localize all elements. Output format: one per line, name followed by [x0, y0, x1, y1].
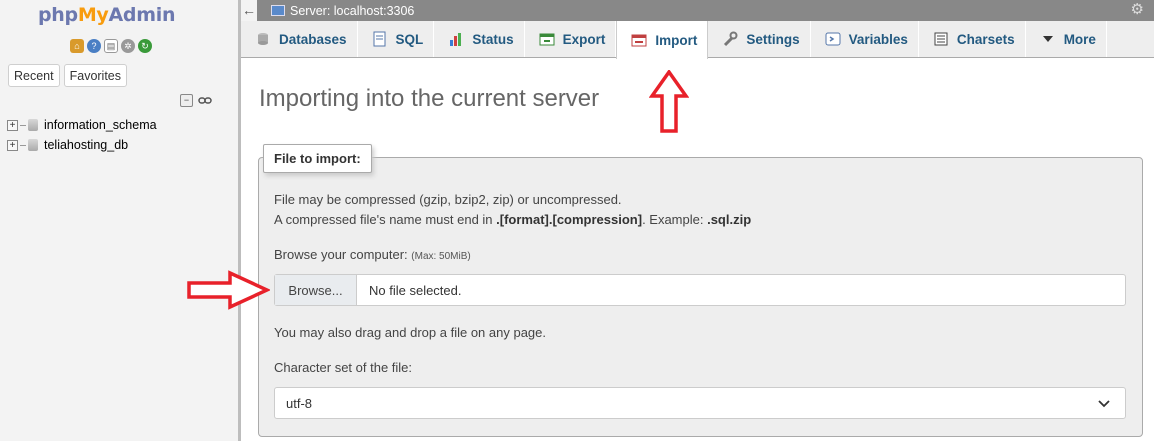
triangle-down-icon: [1040, 31, 1056, 47]
navigation-sidebar: phpMyAdmin ⌂ ? ▤ ✲ ↻ Recent Favorites − …: [0, 0, 238, 441]
link-icon[interactable]: [198, 94, 212, 107]
chevron-down-icon: [1098, 400, 1110, 408]
tab-label: Databases: [279, 31, 347, 47]
export-icon: [539, 31, 555, 47]
main-menu: Databases SQL Status Export Import Setti…: [241, 21, 1154, 59]
quick-links: ⌂ ? ▤ ✲ ↻: [70, 39, 152, 53]
tab-label: Export: [562, 31, 606, 47]
phpmyadmin-window: phpMyAdmin ⌂ ? ▤ ✲ ↻ Recent Favorites − …: [0, 0, 1154, 441]
tab-databases[interactable]: Databases: [241, 21, 358, 57]
tab-settings[interactable]: Settings: [708, 21, 811, 57]
favorites-tab[interactable]: Favorites: [63, 64, 128, 87]
server-icon: [271, 5, 285, 16]
expand-icon[interactable]: +: [7, 119, 18, 131]
collapse-all-icon[interactable]: −: [180, 94, 193, 107]
charset-value: utf-8: [286, 395, 313, 411]
tab-variables[interactable]: Variables: [811, 21, 919, 57]
tab-label: More: [1063, 31, 1096, 47]
charsets-icon: [933, 31, 949, 47]
database-tree: + information_schema + teliahosting_db: [7, 115, 157, 155]
compression-note: File may be compressed (gzip, bzip2, zip…: [274, 192, 622, 207]
tab-label: Import: [655, 32, 698, 48]
database-icon: [28, 119, 38, 131]
filename-note: A compressed file's name must end in .[f…: [274, 212, 752, 227]
settings-icon[interactable]: ✲: [121, 39, 135, 53]
fieldset-legend: File to import:: [263, 144, 372, 173]
tab-export[interactable]: Export: [525, 21, 617, 57]
tab-sql[interactable]: SQL: [358, 21, 435, 57]
docs-icon[interactable]: ▤: [104, 39, 118, 53]
annotation-arrow-right-icon: [187, 270, 270, 310]
recent-tab[interactable]: Recent: [8, 64, 60, 87]
database-icon: [255, 31, 271, 47]
recent-favorites-tabs: Recent Favorites: [8, 64, 128, 87]
database-item[interactable]: + teliahosting_db: [7, 135, 157, 155]
import-icon: [631, 32, 647, 48]
file-input[interactable]: Browse... No file selected.: [274, 274, 1126, 306]
server-breadcrumb[interactable]: Server: localhost:3306: [290, 4, 414, 18]
drag-drop-hint: You may also drag and drop a file on any…: [274, 325, 546, 340]
tree-connector: [20, 144, 26, 146]
tree-connector: [20, 124, 26, 126]
collapse-sidebar-icon[interactable]: ←: [241, 0, 257, 21]
tab-label: Settings: [746, 31, 800, 47]
help-icon[interactable]: ?: [87, 39, 101, 53]
phpmyadmin-logo[interactable]: phpMyAdmin: [38, 4, 175, 26]
charset-select[interactable]: utf-8: [274, 387, 1126, 419]
sql-icon: [372, 31, 388, 47]
tab-import[interactable]: Import: [616, 21, 709, 59]
home-icon[interactable]: ⌂: [70, 39, 84, 53]
expand-icon[interactable]: +: [7, 139, 18, 151]
tree-controls: −: [180, 94, 212, 107]
database-name[interactable]: information_schema: [44, 118, 157, 132]
tab-status[interactable]: Status: [434, 21, 525, 57]
tab-label: Status: [472, 31, 514, 47]
tab-label: SQL: [395, 31, 424, 47]
page-settings-icon[interactable]: ⚙: [1131, 2, 1144, 18]
tab-label: Variables: [848, 31, 908, 47]
charset-label: Character set of the file:: [274, 360, 413, 375]
status-icon: [448, 31, 464, 47]
tab-more[interactable]: More: [1026, 21, 1107, 57]
max-size: (Max: 50MiB): [411, 251, 471, 262]
database-icon: [28, 139, 38, 151]
file-status: No file selected.: [369, 282, 462, 298]
browse-label: Browse your computer: (Max: 50MiB): [274, 247, 471, 262]
page-title: Importing into the current server: [259, 85, 600, 112]
database-item[interactable]: + information_schema: [7, 115, 157, 135]
annotation-arrow-up-icon: [649, 70, 689, 133]
wrench-icon: [722, 31, 738, 47]
database-name[interactable]: teliahosting_db: [44, 138, 128, 152]
tab-charsets[interactable]: Charsets: [919, 21, 1026, 57]
variables-icon: [825, 31, 841, 47]
browse-button[interactable]: Browse...: [275, 275, 357, 305]
server-breadcrumb-bar: ← Server: localhost:3306 ⚙: [241, 0, 1154, 21]
reload-icon[interactable]: ↻: [138, 39, 152, 53]
sidebar-resizer[interactable]: [238, 0, 241, 441]
tab-label: Charsets: [956, 31, 1015, 47]
